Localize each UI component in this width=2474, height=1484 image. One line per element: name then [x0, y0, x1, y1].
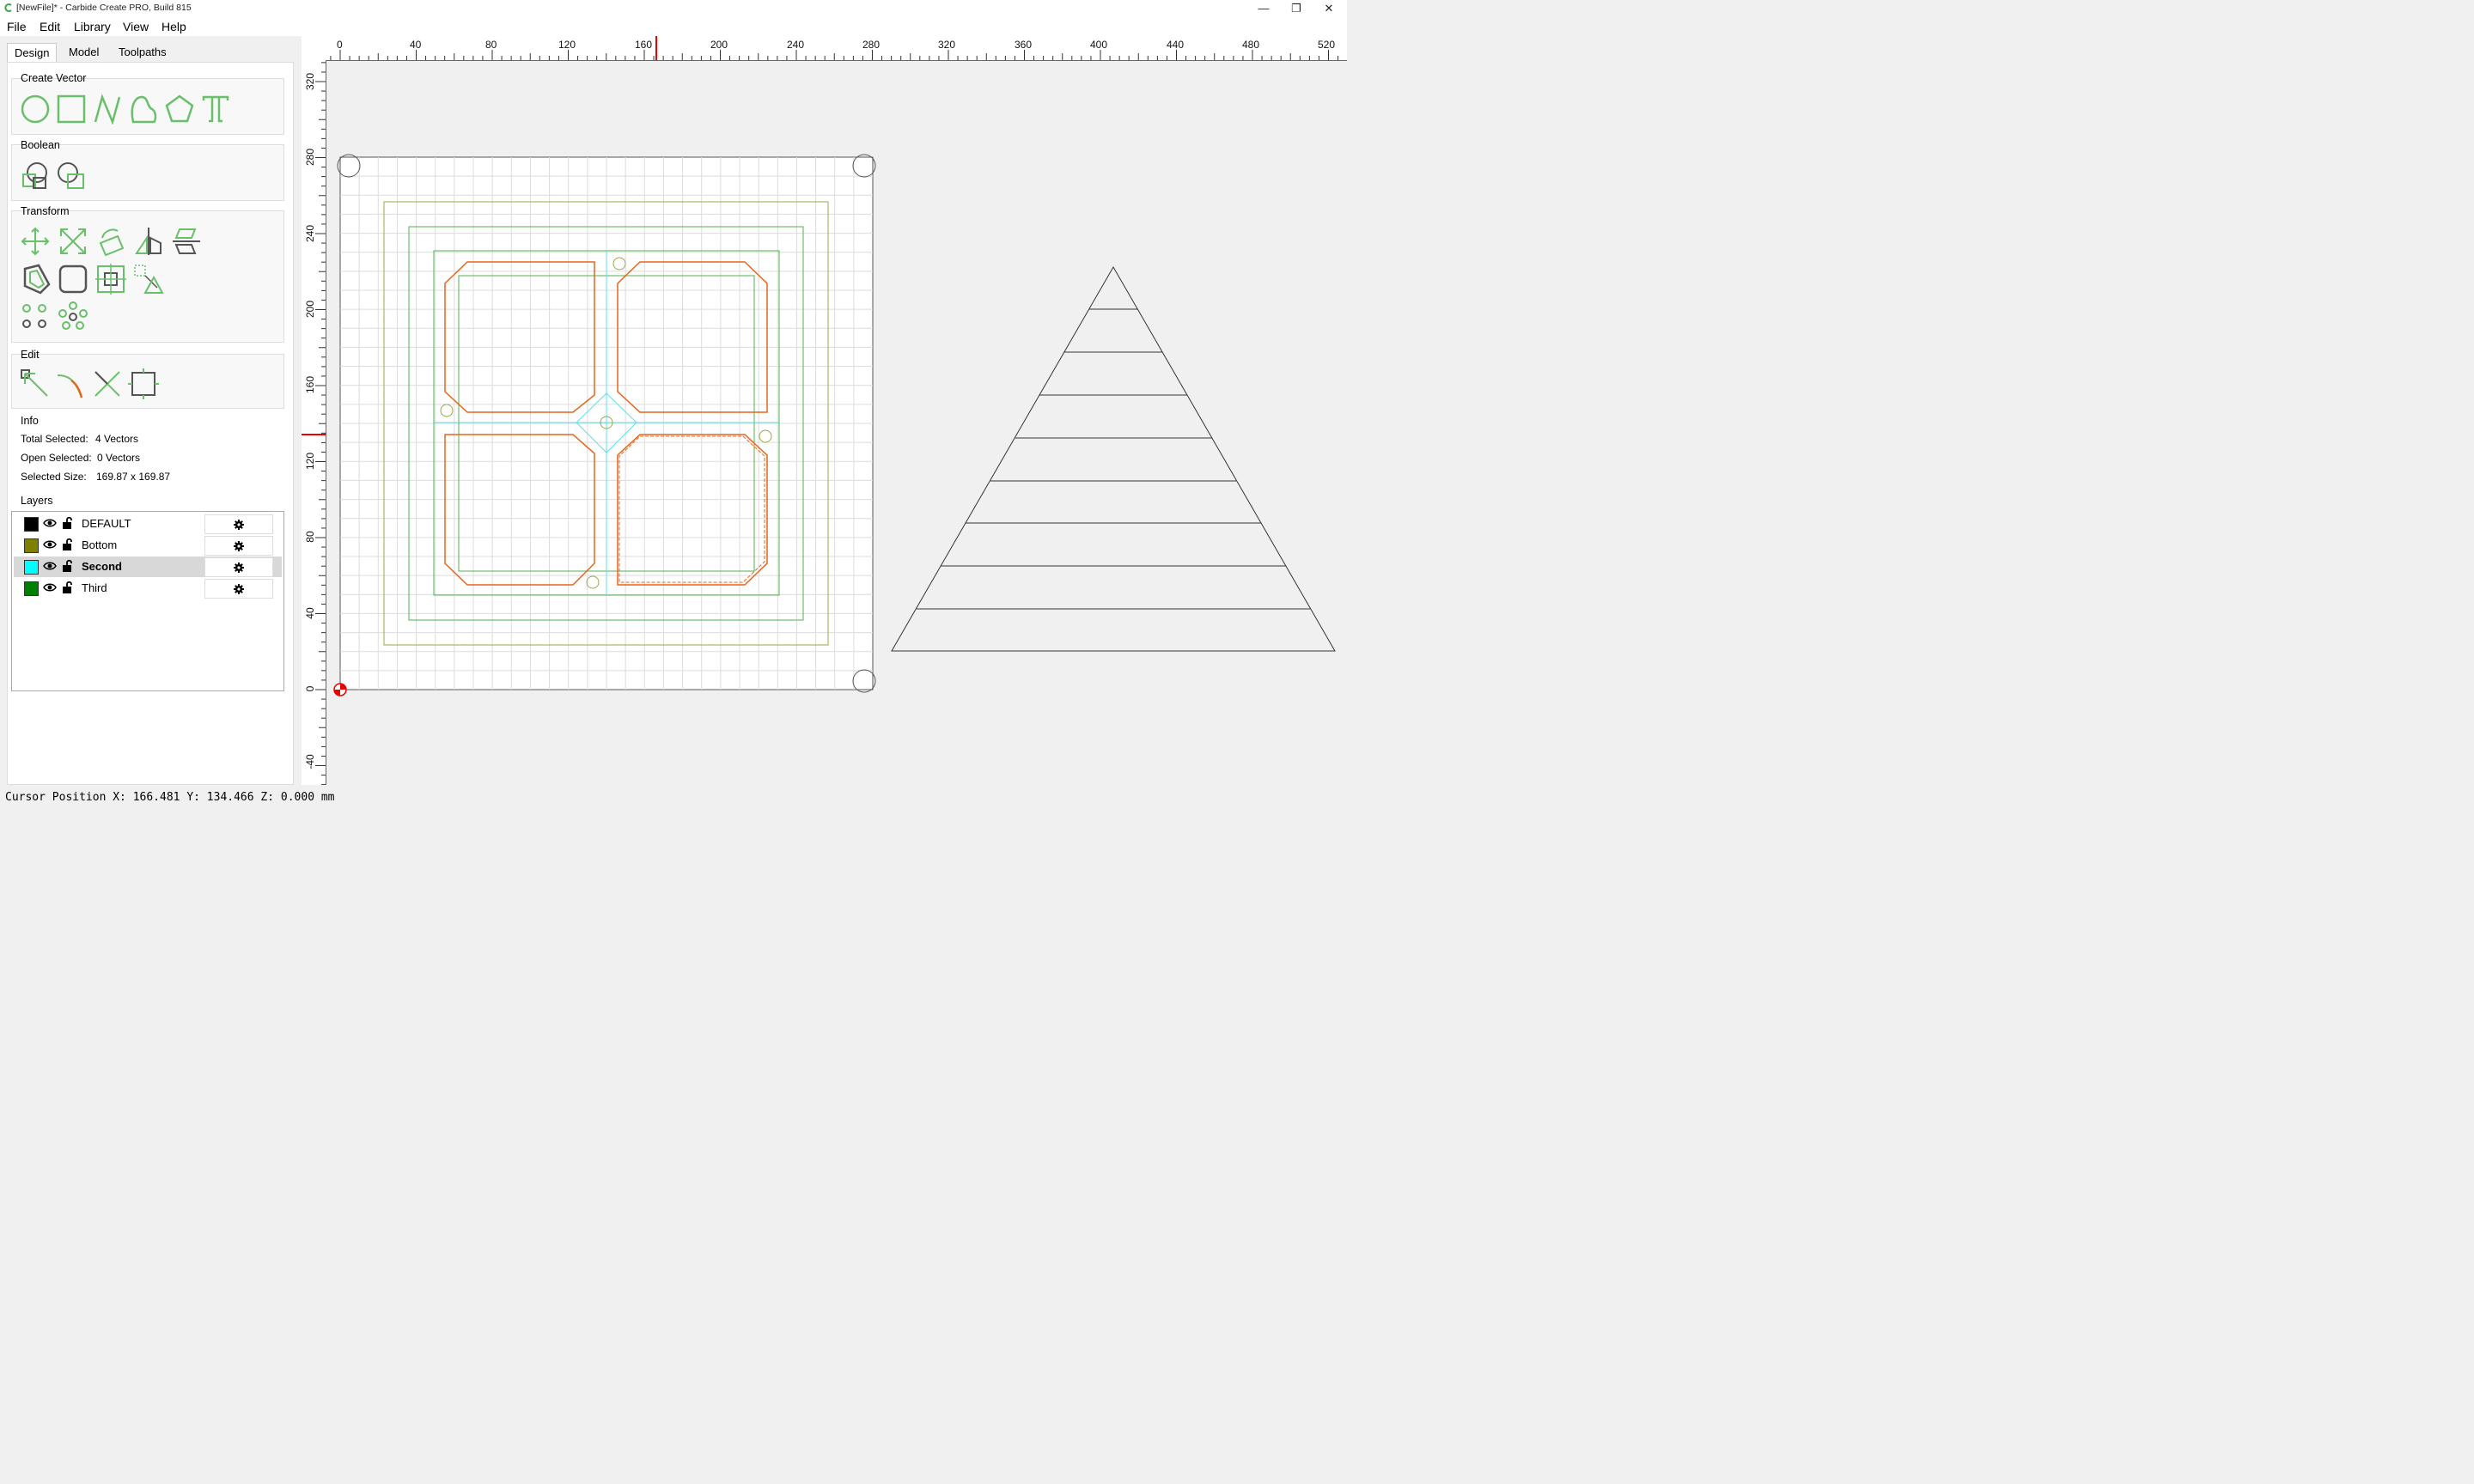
cursor-position-readout: Cursor Position X: 166.481 Y: 134.466 Z:… — [5, 791, 335, 804]
drawing-layer — [333, 154, 1336, 696]
origin-marker-icon[interactable] — [333, 683, 347, 696]
status-bar: Cursor Position X: 166.481 Y: 134.466 Z:… — [0, 787, 1347, 808]
pyramid-vectors[interactable] — [891, 265, 1336, 652]
